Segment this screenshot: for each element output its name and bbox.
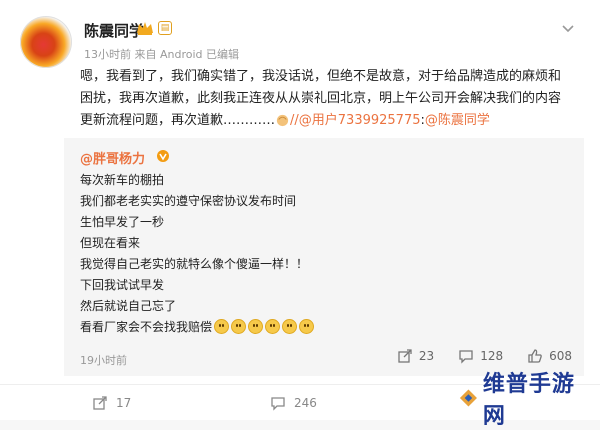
quoted-line: 生怕早发了一秒 xyxy=(80,215,165,229)
smile-emoji-icon xyxy=(265,319,281,334)
mention-link-user[interactable]: //@用户7339925775 xyxy=(290,113,420,128)
share-button[interactable]: 17 xyxy=(92,395,131,411)
avatar[interactable] xyxy=(20,16,72,68)
watermark: 维普手游网 xyxy=(458,372,592,429)
fist-emoji-icon xyxy=(276,114,289,127)
comment-icon xyxy=(459,350,473,364)
quoted-comment-count: 128 xyxy=(480,349,504,363)
smile-emoji-icon xyxy=(299,319,315,334)
comment-button[interactable]: 246 xyxy=(270,395,317,411)
quoted-actions: 23 128 608 xyxy=(397,348,572,364)
smile-emoji-icon xyxy=(282,319,298,334)
thumbs-up-icon xyxy=(528,349,542,363)
mention-link-author[interactable]: @陈震同学 xyxy=(425,113,490,128)
quoted-time: 19小时前 xyxy=(80,354,127,367)
share-icon xyxy=(93,396,107,410)
share-icon xyxy=(398,349,412,363)
chevron-down-icon[interactable] xyxy=(562,22,574,34)
quoted-share-count: 23 xyxy=(418,349,435,363)
post-meta: 13小时前 来自 Android 已编辑 xyxy=(84,48,240,61)
smile-emoji-icon xyxy=(231,319,247,334)
quoted-line-last: 看看厂家会不会找我赔偿 xyxy=(80,317,315,338)
quoted-post[interactable]: @胖哥杨力 每次新车的棚拍 我们都老老实实的遵守保密协议发布时间 生怕早发了一秒… xyxy=(64,138,584,376)
quoted-like-button[interactable]: 608 xyxy=(527,348,572,364)
orange-v-badge-icon xyxy=(157,150,169,162)
weibo-card: 陈震同学 ▤ 13小时前 来自 Android 已编辑 嗯，我看到了，我们确实错… xyxy=(0,0,600,429)
watermark-logo-icon xyxy=(459,389,477,407)
author-badges: ▤ xyxy=(136,20,172,36)
quoted-share-button[interactable]: 23 xyxy=(397,348,434,364)
smile-emoji-icon xyxy=(214,319,230,334)
watermark-text: 维普手游网 xyxy=(482,372,575,429)
quoted-line: 但现在看来 xyxy=(80,236,141,250)
quoted-user-link[interactable]: @胖哥杨力 xyxy=(80,148,145,167)
quoted-line-text: 看看厂家会不会找我赔偿 xyxy=(80,320,213,334)
quoted-text: 每次新车的棚拍 我们都老老实实的遵守保密协议发布时间 生怕早发了一秒 但现在看来… xyxy=(80,170,315,338)
quoted-line: 我们都老老实实的遵守保密协议发布时间 xyxy=(80,194,297,208)
post-body: 嗯，我看到了，我们确实错了，我没话说，但绝不是故意，对于给品牌造成的麻烦和困扰，… xyxy=(80,66,570,132)
verified-badge-icon: ▤ xyxy=(158,21,172,35)
quoted-line: 然后就说自己忘了 xyxy=(80,299,177,313)
author-name[interactable]: 陈震同学 xyxy=(84,20,144,41)
share-count: 17 xyxy=(116,396,132,410)
quoted-like-count: 608 xyxy=(549,349,572,363)
quoted-line: 我觉得自己老实的就特么像个傻逼一样！！ xyxy=(80,257,309,271)
smile-emoji-icon xyxy=(248,319,264,334)
quoted-comment-button[interactable]: 128 xyxy=(458,348,503,364)
quoted-line: 下回我试试早发 xyxy=(80,278,165,292)
quoted-line: 每次新车的棚拍 xyxy=(80,173,165,187)
crown-badge-icon xyxy=(137,22,153,35)
comment-icon xyxy=(271,397,285,411)
comment-count: 246 xyxy=(294,396,317,410)
